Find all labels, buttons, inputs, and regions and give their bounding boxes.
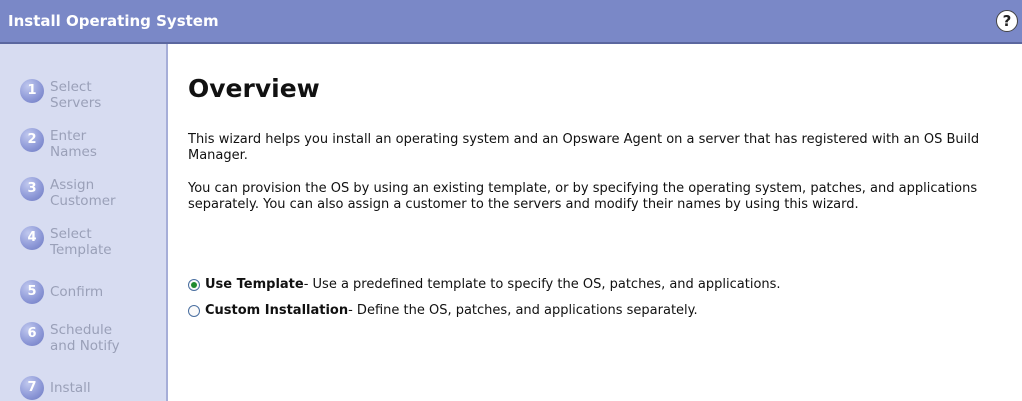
step-number-icon: 5	[20, 280, 44, 304]
step-select-template[interactable]: 4 Select Template	[20, 226, 160, 258]
page-title: Overview	[188, 74, 320, 103]
title-bar: Install Operating System ?	[0, 0, 1022, 44]
wizard-steps-sidebar: 1 Select Servers 2 Enter Names 3 Assign …	[0, 44, 168, 401]
step-label: Enter Names	[50, 128, 97, 160]
custom-installation-radio[interactable]	[188, 304, 200, 317]
step-number-icon: 3	[20, 177, 44, 201]
step-schedule-and-notify[interactable]: 6 Schedule and Notify	[20, 322, 160, 354]
option-description: - Use a predefined template to specify t…	[303, 277, 781, 292]
step-select-servers[interactable]: 1 Select Servers	[20, 79, 160, 111]
step-assign-customer[interactable]: 3 Assign Customer	[20, 177, 160, 209]
step-label: Select Template	[50, 226, 112, 258]
step-number-icon: 4	[20, 226, 44, 250]
step-number-icon: 6	[20, 322, 44, 346]
option-title: Use Template	[205, 277, 304, 292]
option-title: Custom Installation	[205, 303, 349, 318]
step-enter-names[interactable]: 2 Enter Names	[20, 128, 160, 160]
step-confirm[interactable]: 5 Confirm	[20, 280, 160, 304]
use-template-radio[interactable]	[188, 278, 200, 291]
step-number-icon: 2	[20, 128, 44, 152]
step-label: Confirm	[50, 284, 104, 300]
main-content: Overview This wizard helps you install a…	[188, 44, 1022, 401]
option-description: - Define the OS, patches, and applicatio…	[348, 303, 698, 318]
window-title: Install Operating System	[8, 12, 219, 30]
help-icon[interactable]: ?	[996, 10, 1018, 32]
step-number-icon: 1	[20, 79, 44, 103]
use-template-option[interactable]: Use Template - Use a predefined template…	[188, 277, 781, 292]
description-paragraph: You can provision the OS by using an exi…	[188, 181, 978, 212]
step-label: Select Servers	[50, 79, 102, 111]
custom-installation-option[interactable]: Custom Installation - Define the OS, pat…	[188, 303, 698, 318]
step-label: Assign Customer	[50, 177, 116, 209]
step-label: Install	[50, 380, 91, 396]
intro-paragraph: This wizard helps you install an operati…	[188, 132, 980, 163]
step-label: Schedule and Notify	[50, 322, 120, 354]
step-number-icon: 7	[20, 376, 44, 400]
step-install[interactable]: 7 Install	[20, 376, 160, 400]
